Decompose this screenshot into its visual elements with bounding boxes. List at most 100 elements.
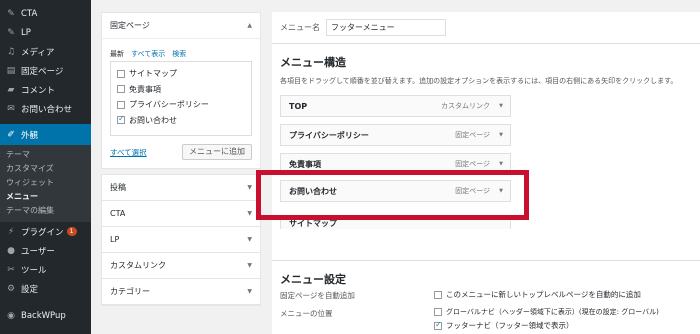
- tab-latest[interactable]: 最新: [110, 49, 124, 59]
- sidebar-item-cta[interactable]: ✎ CTA: [0, 4, 91, 23]
- location-label: メニューの位置: [280, 309, 333, 318]
- menu-name-label: メニュー名: [280, 23, 320, 32]
- accordion-custom-link[interactable]: カスタムリンク ▼: [102, 253, 260, 279]
- sidebar-item-contact[interactable]: ✉ お問い合わせ: [0, 99, 91, 118]
- submenu-customize[interactable]: カスタマイズ: [0, 162, 91, 176]
- page-option-label: 免責事項: [129, 84, 161, 94]
- comment-icon: ▰: [7, 84, 15, 95]
- expand-arrow-icon: ▼: [247, 184, 252, 191]
- accordion-posts[interactable]: 投稿 ▼: [102, 175, 260, 201]
- pages-tabs: 最新 すべて表示 検索: [110, 49, 252, 59]
- accordion-label: CTA: [110, 209, 126, 218]
- page-option-disclaimer[interactable]: 免責事項: [117, 82, 245, 98]
- sidebar-item-appearance[interactable]: ✐ 外観: [0, 124, 91, 145]
- checkbox[interactable]: [434, 308, 442, 316]
- sidebar-item-plugins[interactable]: ⚡ プラグイン 1: [0, 222, 91, 241]
- select-all-link[interactable]: すべて選択: [110, 147, 147, 158]
- sidebar-item-label: メディア: [21, 47, 55, 58]
- add-menu-items-panel: 固定ページ ▲ 最新 すべて表示 検索 サイトマップ 免責事項 プライバシーポリ…: [101, 12, 261, 306]
- page-option-contact[interactable]: お問い合わせ: [117, 113, 245, 129]
- location-global-nav[interactable]: グローバルナビ（ヘッダー領域下に表示）(現在の設定: グローバル): [434, 307, 659, 317]
- checkbox-checked[interactable]: [117, 114, 125, 125]
- sidebar-item-label: プラグイン: [21, 227, 64, 238]
- tab-search[interactable]: 検索: [172, 49, 186, 59]
- auto-add-label: 固定ページを自動追加: [280, 291, 355, 300]
- pin-icon: ✎: [7, 8, 15, 19]
- checkbox[interactable]: [434, 290, 442, 299]
- page-option-sitemap[interactable]: サイトマップ: [117, 66, 245, 82]
- pages-checklist: サイトマップ 免責事項 プライバシーポリシー お問い合わせ: [110, 61, 252, 136]
- checkbox[interactable]: [117, 85, 125, 94]
- menu-item-label: プライバシーポリシー: [289, 130, 369, 140]
- sidebar-item-settings[interactable]: ⚙ 設定: [0, 279, 91, 298]
- other-sources: 投稿 ▼ CTA ▼ LP ▼ カスタムリンク ▼ カテゴリー ▼: [101, 174, 261, 306]
- admin-sidebar: ✎ CTA ✎ LP ♫ メディア ▤ 固定ページ ▰ コメント ✉ お問い合わせ ✐ 外観 …: [0, 0, 91, 334]
- sidebar-item-label: 固定ページ: [21, 66, 64, 77]
- accordion-label: 投稿: [110, 183, 126, 192]
- add-to-menu-button[interactable]: メニューに追加: [182, 144, 252, 160]
- auto-add-option-label: このメニューに新しいトップレベルページを自動的に追加: [446, 290, 641, 299]
- expand-arrow-icon[interactable]: ▼: [499, 132, 503, 138]
- pages-box-header[interactable]: 固定ページ ▲: [102, 13, 260, 39]
- sidebar-item-label: コメント: [21, 85, 56, 96]
- wrench-icon: ✂: [7, 264, 15, 275]
- auto-add-option[interactable]: このメニューに新しいトップレベルページを自動的に追加: [434, 289, 641, 300]
- expand-arrow-icon: ▼: [247, 288, 252, 295]
- accordion-lp[interactable]: LP ▼: [102, 227, 260, 253]
- page-option-privacy[interactable]: プライバシーポリシー: [117, 97, 245, 113]
- menu-item-type: 固定ページ: [455, 131, 490, 139]
- sidebar-item-tools[interactable]: ✂ ツール: [0, 260, 91, 279]
- sidebar-item-label: お問い合わせ: [21, 104, 73, 115]
- submenu-themes[interactable]: テーマ: [0, 148, 91, 162]
- checkbox-checked[interactable]: [434, 320, 442, 330]
- mail-icon: ✉: [7, 103, 15, 114]
- pages-box-actions: すべて選択 メニューに追加: [110, 144, 252, 160]
- expand-arrow-icon: ▼: [247, 262, 252, 269]
- menu-item-label: TOP: [289, 101, 308, 111]
- expand-arrow-icon[interactable]: ▼: [499, 161, 503, 167]
- pin-icon: ✎: [7, 27, 15, 38]
- accordion-label: カテゴリー: [110, 287, 150, 296]
- location-footer-nav[interactable]: フッターナビ（フッター領域で表示）: [434, 320, 574, 331]
- accordion-cta[interactable]: CTA ▼: [102, 201, 260, 227]
- menu-name-input[interactable]: フッターメニュー: [326, 19, 446, 36]
- sidebar-item-label: ツール: [21, 265, 47, 276]
- sidebar-item-label: ユーザー: [21, 246, 55, 257]
- tab-view-all[interactable]: すべて表示: [131, 49, 165, 59]
- sidebar-item-label: 設定: [21, 284, 39, 295]
- collapse-arrow-icon[interactable]: ▲: [247, 22, 252, 29]
- sidebar-item-label: CTA: [21, 8, 38, 19]
- expand-arrow-icon[interactable]: ▼: [499, 103, 503, 109]
- sidebar-item-pages[interactable]: ▤ 固定ページ: [0, 61, 91, 80]
- menu-structure-description: 各項目をドラッグして順番を並び替えます。追加の設定オプションを表示するには、項目…: [280, 77, 678, 85]
- highlight-box: [256, 170, 529, 220]
- settings-icon: ⚙: [6, 283, 16, 294]
- sidebar-item-comments[interactable]: ▰ コメント: [0, 80, 91, 99]
- sidebar-item-lp[interactable]: ✎ LP: [0, 23, 91, 42]
- submenu-menus[interactable]: メニュー: [0, 190, 91, 204]
- sidebar-submenu: テーマ カスタマイズ ウィジェット メニュー テーマの編集: [0, 145, 91, 222]
- submenu-theme-editor[interactable]: テーマの編集: [0, 204, 91, 218]
- menu-item-privacy[interactable]: プライバシーポリシー 固定ページ ▼: [280, 124, 511, 146]
- location-option-label: グローバルナビ（ヘッダー領域下に表示）(現在の設定: グローバル): [446, 308, 659, 316]
- expand-arrow-icon: ▼: [247, 236, 252, 243]
- expand-arrow-icon: ▼: [247, 210, 252, 217]
- page-option-label: お問い合わせ: [129, 115, 177, 125]
- plugin-icon: ⚡: [7, 226, 15, 237]
- sidebar-item-label: LP: [21, 27, 31, 38]
- sidebar-item-label: 外観: [21, 130, 39, 141]
- accordion-label: カスタムリンク: [110, 261, 166, 270]
- menu-structure-title: メニュー構造: [280, 56, 346, 69]
- checkbox[interactable]: [117, 100, 125, 109]
- menu-item-type: 固定ページ: [455, 160, 490, 168]
- submenu-widgets[interactable]: ウィジェット: [0, 176, 91, 190]
- checkbox[interactable]: [117, 69, 125, 78]
- accordion-category[interactable]: カテゴリー ▼: [102, 279, 260, 305]
- sidebar-item-users[interactable]: ● ユーザー: [0, 241, 91, 260]
- menu-settings: メニュー設定 固定ページを自動追加 このメニューに新しいトップレベルページを自動…: [272, 260, 700, 334]
- menu-item-top[interactable]: TOP カスタムリンク ▼: [280, 95, 511, 117]
- sidebar-item-backwpup[interactable]: ◉ BackWPup: [0, 306, 91, 325]
- menu-settings-title: メニュー設定: [280, 273, 346, 286]
- page-option-label: サイトマップ: [129, 69, 177, 79]
- sidebar-item-media[interactable]: ♫ メディア: [0, 42, 91, 61]
